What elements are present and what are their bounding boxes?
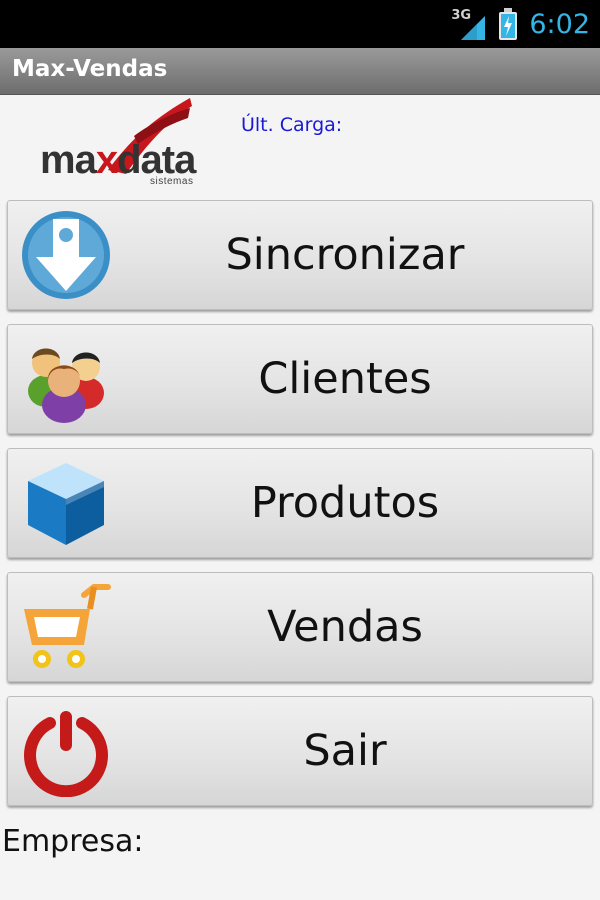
sincronizar-label: Sincronizar [225, 230, 465, 280]
box-icon [28, 463, 104, 545]
status-icons: 3G 6:02 [451, 0, 590, 48]
power-icon [24, 711, 108, 797]
clientes-button[interactable]: Clientes [7, 324, 593, 434]
app-title: Max-Vendas [12, 56, 168, 82]
produtos-label: Produtos [250, 478, 440, 528]
clock: 6:02 [529, 8, 590, 40]
clientes-label: Clientes [258, 354, 432, 404]
logo-subtitle: sistemas [150, 176, 194, 187]
empresa-label: Empresa: [2, 824, 144, 859]
signal-icon [461, 16, 486, 40]
cart-icon [24, 584, 111, 668]
users-icon [28, 348, 104, 423]
company-logo: maxdata sistemas [38, 96, 208, 192]
network-indicator: 3G [451, 6, 487, 42]
download-icon [22, 211, 110, 299]
logo-prefix: ma [40, 138, 97, 182]
vendas-label: Vendas [267, 602, 423, 652]
app-title-bar: Max-Vendas [0, 48, 600, 95]
sair-button[interactable]: Sair [7, 696, 593, 806]
sair-label: Sair [303, 726, 387, 776]
vendas-button[interactable]: Vendas [7, 572, 593, 682]
last-sync-label: Últ. Carga: [241, 114, 343, 136]
produtos-button[interactable]: Produtos [7, 448, 593, 558]
status-bar: 3G 6:02 [0, 0, 600, 48]
logo-x: x [95, 138, 118, 182]
sincronizar-button[interactable]: Sincronizar [7, 200, 593, 310]
battery-charging-icon [499, 8, 518, 40]
